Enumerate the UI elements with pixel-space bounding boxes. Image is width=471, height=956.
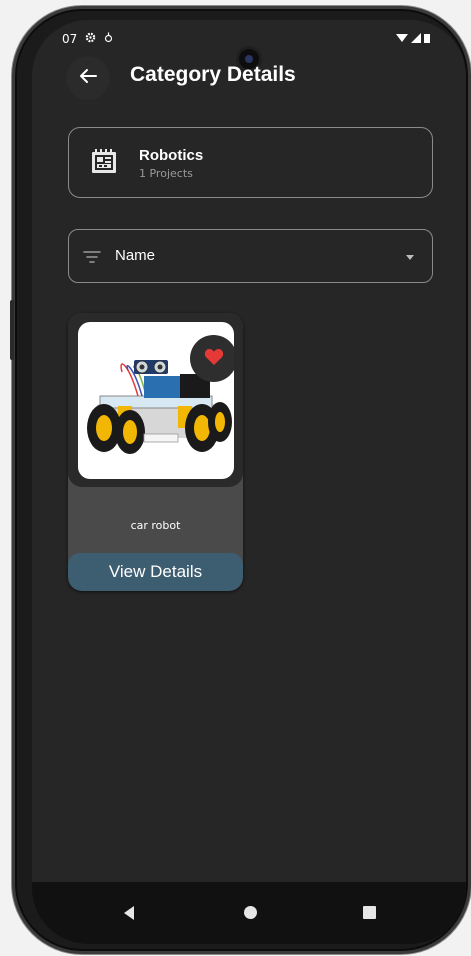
sort-selected-value: Name — [115, 247, 156, 264]
favorite-button[interactable] — [190, 335, 234, 382]
battery-icon — [424, 32, 430, 46]
wifi-icon — [396, 32, 408, 46]
arrow-left-icon — [79, 68, 97, 88]
back-button[interactable] — [66, 56, 110, 100]
heart-icon — [204, 348, 224, 370]
page-title: Category Details — [130, 63, 296, 86]
project-image[interactable] — [78, 322, 234, 479]
volume-button — [10, 300, 14, 360]
category-card: Robotics 1 Projects — [68, 127, 433, 198]
caret-down-icon — [406, 255, 414, 260]
filter-lines-icon — [83, 249, 101, 268]
category-name: Robotics — [139, 147, 204, 164]
project-image-frame — [68, 313, 243, 487]
system-nav-bar — [32, 882, 466, 944]
nav-back-icon[interactable] — [124, 906, 134, 920]
view-details-button[interactable]: View Details — [68, 553, 243, 591]
category-project-count: 1 Projects — [139, 167, 193, 180]
project-card[interactable]: car robot View Details — [68, 313, 243, 591]
notification-icon — [104, 32, 113, 46]
status-time: 07 — [62, 32, 78, 46]
status-left: 07 — [62, 32, 113, 46]
app-screen: 07 Category Details Robotics 1 Projects … — [32, 20, 466, 944]
gear-icon — [85, 32, 96, 46]
status-right — [396, 32, 430, 46]
nav-home-icon[interactable] — [244, 906, 257, 919]
sort-dropdown[interactable]: Name — [68, 229, 433, 283]
app-bar: Category Details — [32, 54, 466, 102]
signal-icon — [411, 32, 421, 46]
circuit-board-icon — [89, 147, 119, 177]
nav-recents-icon[interactable] — [363, 906, 376, 919]
project-name: car robot — [130, 519, 181, 532]
